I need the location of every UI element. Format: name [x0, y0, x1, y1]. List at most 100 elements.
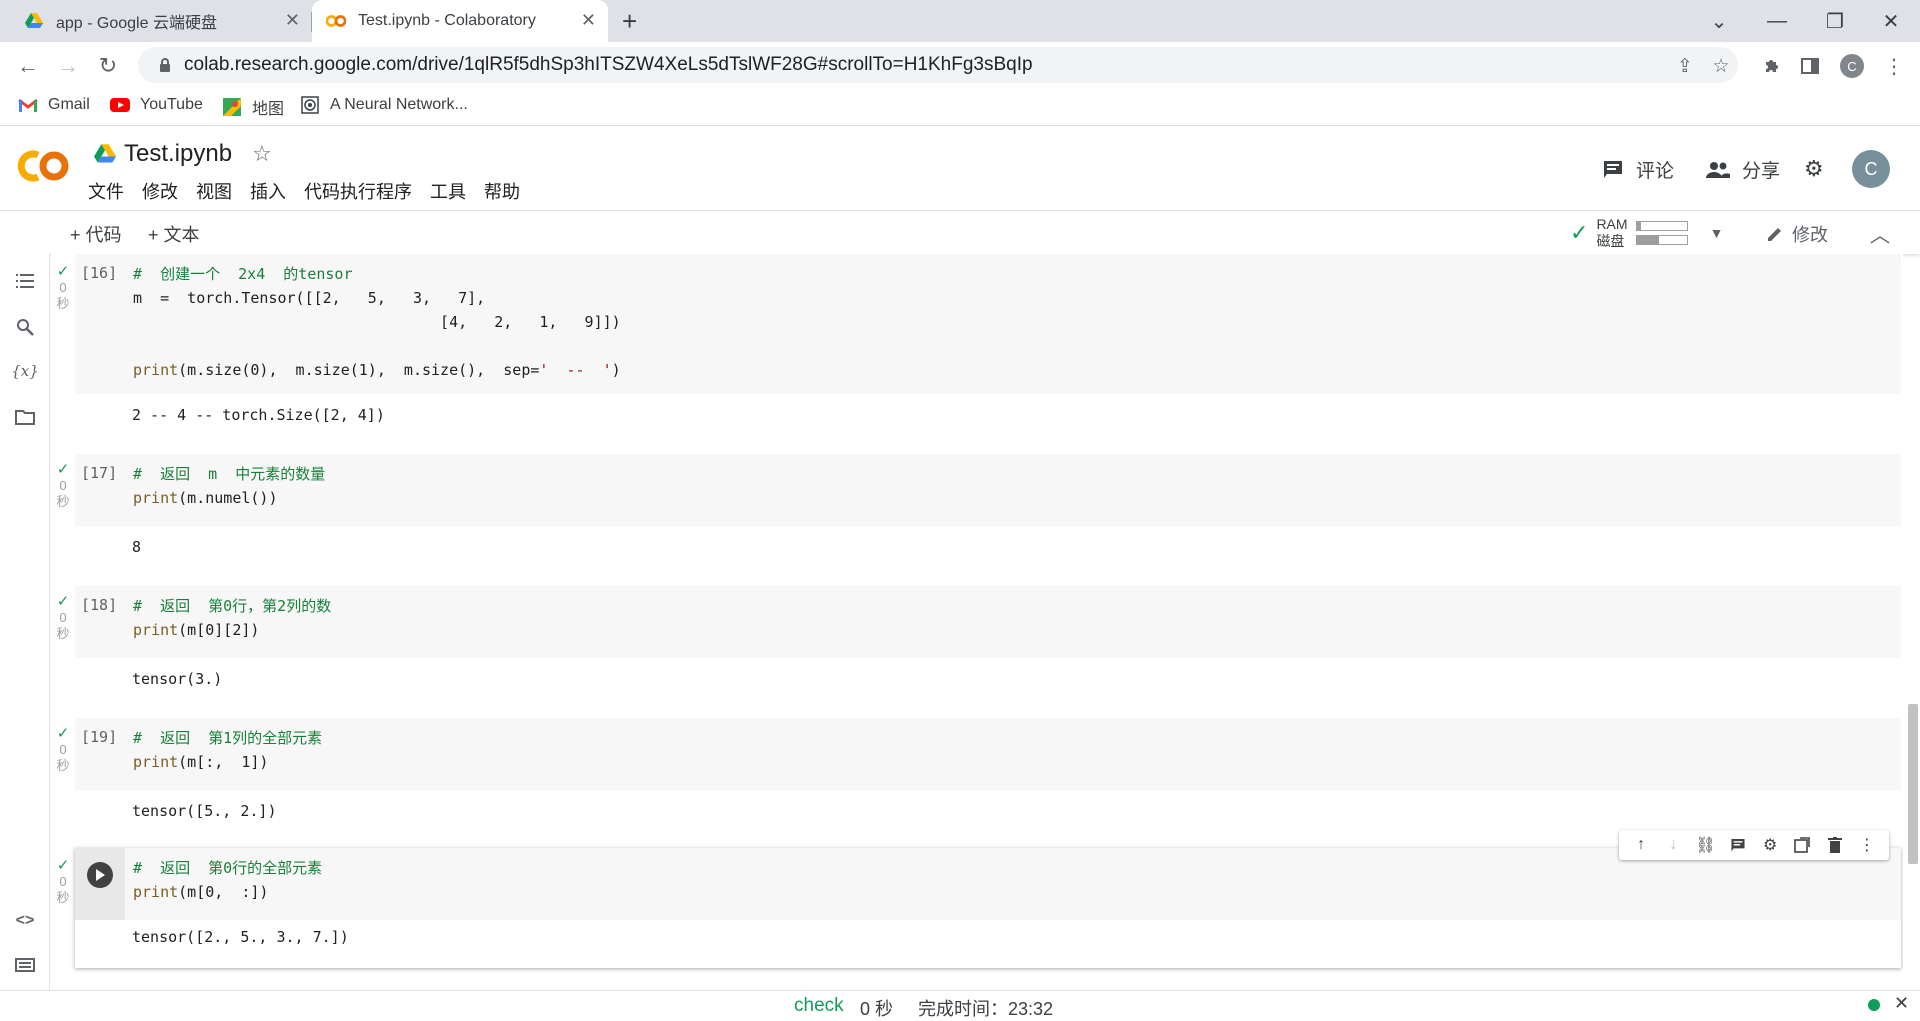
star-icon[interactable]: ☆ — [252, 141, 272, 167]
back-arrow-icon[interactable]: ← — [14, 52, 42, 80]
browser-tab-drive[interactable]: app - Google 云端硬盘 ✕ — [10, 0, 312, 42]
executed-check-icon: ✓ — [56, 857, 70, 874]
url-text: colab.research.google.com/drive/1qlR5f5d… — [184, 54, 1033, 75]
folder-icon[interactable] — [12, 404, 38, 430]
add-text-button[interactable]: + 文本 — [148, 221, 200, 247]
notebook-title-text[interactable]: Test.ipynb — [124, 140, 232, 168]
code-editor[interactable]: [19] # 返回 第1列的全部元素 print(m[:, 1]) — [75, 718, 1901, 790]
command-palette-icon[interactable] — [12, 952, 38, 978]
tab-search-chevron-icon[interactable]: ⌄ — [1690, 0, 1748, 42]
gmail-icon — [18, 95, 38, 115]
resource-indicator[interactable]: ✓ RAM 磁盘 ▼ — [1570, 216, 1723, 250]
menu-help[interactable]: 帮助 — [484, 178, 520, 204]
executed-check-icon: ✓ — [56, 461, 70, 478]
bookmark-maps[interactable]: 地图 — [222, 95, 284, 119]
close-window-icon[interactable]: ✕ — [1862, 0, 1920, 42]
exec-unit: 秒 — [56, 758, 70, 773]
restore-icon[interactable]: ❐ — [1806, 0, 1864, 42]
share-page-icon[interactable]: ⇪ — [1672, 53, 1698, 79]
code-text[interactable]: # 返回 第0行，第2列的数 print(m[0][2]) — [133, 594, 331, 642]
address-bar[interactable]: colab.research.google.com/drive/1qlR5f5d… — [138, 47, 1738, 83]
menu-insert[interactable]: 插入 — [250, 178, 286, 204]
browser-tab-colab[interactable]: Test.ipynb - Colaboratory ✕ — [312, 0, 608, 42]
cell-status: ✓ 0 秒 — [53, 264, 73, 312]
code-text[interactable]: # 返回 m 中元素的数量 print(m.numel()) — [133, 462, 325, 510]
menu-view[interactable]: 视图 — [196, 178, 232, 204]
code-editor[interactable]: [18] # 返回 第0行，第2列的数 print(m[0][2]) — [75, 586, 1901, 658]
close-status-icon[interactable]: ✕ — [1894, 993, 1909, 1014]
bookmarks-bar: Gmail YouTube 地图 A Neural Network... — [0, 88, 1920, 126]
status-bar: check 0 秒 完成时间：23:32 ✕ — [0, 990, 1920, 1020]
close-tab-icon[interactable]: ✕ — [581, 10, 596, 31]
account-avatar[interactable]: C — [1852, 150, 1890, 188]
exec-unit: 秒 — [56, 494, 70, 509]
notebook-title[interactable]: Test.ipynb ☆ — [94, 140, 272, 168]
edit-button[interactable]: 修改 — [1766, 221, 1828, 247]
code-cell: ✓ 0 秒 [17] # 返回 m 中元素的数量 print(m.numel()… — [51, 454, 1901, 574]
minimize-icon[interactable]: — — [1748, 0, 1806, 42]
code-text[interactable]: # 返回 第1列的全部元素 print(m[:, 1]) — [133, 726, 322, 774]
code-editor[interactable]: [16] # 创建一个 2x4 的tensor m = torch.Tensor… — [75, 254, 1901, 394]
code-text[interactable]: # 创建一个 2x4 的tensor m = torch.Tensor([[2,… — [133, 262, 621, 382]
table-of-contents-icon[interactable] — [12, 268, 38, 294]
bookmark-youtube[interactable]: YouTube — [110, 95, 203, 115]
code-snippets-icon[interactable]: <> — [12, 908, 38, 934]
tab-title: app - Google 云端硬盘 — [56, 15, 217, 32]
more-options-icon[interactable]: ⋮ — [1856, 835, 1878, 855]
search-icon[interactable] — [12, 314, 38, 340]
collapse-header-chevron-icon[interactable]: ︿ — [1870, 219, 1890, 248]
menu-edit[interactable]: 修改 — [142, 178, 178, 204]
code-editor[interactable]: [17] # 返回 m 中元素的数量 print(m.numel()) — [75, 454, 1901, 526]
bookmark-neural-network[interactable]: A Neural Network... — [300, 95, 468, 115]
side-panel-icon[interactable] — [1796, 52, 1824, 80]
new-tab-plus-icon[interactable]: + — [622, 6, 637, 37]
share-button[interactable]: 分享 — [1706, 156, 1780, 183]
exec-time: 0 — [59, 280, 67, 295]
code-line: (m.size(0), m.size(1), m.size(), sep= — [178, 361, 540, 379]
code-text[interactable]: # 返回 第0行的全部元素 print(m[0, :]) — [133, 856, 322, 904]
colab-logo-icon[interactable] — [16, 146, 72, 186]
disk-label: 磁盘 — [1596, 233, 1625, 249]
lock-icon[interactable] — [150, 57, 180, 73]
menu-bar: 文件 修改 视图 插入 代码执行程序 工具 帮助 — [88, 178, 538, 204]
left-sidebar: {x} <> — [0, 254, 50, 990]
run-cell-button[interactable] — [87, 862, 113, 888]
status-check[interactable]: check — [794, 995, 844, 1017]
add-comment-icon[interactable] — [1727, 838, 1749, 853]
cell-settings-gear-icon[interactable]: ⚙ — [1759, 835, 1781, 855]
share-label: 分享 — [1742, 161, 1781, 182]
extensions-puzzle-icon[interactable] — [1758, 52, 1786, 80]
exec-time: 0 — [59, 478, 67, 493]
settings-gear-icon[interactable]: ⚙ — [1804, 156, 1824, 182]
bookmark-star-icon[interactable]: ☆ — [1708, 53, 1734, 79]
move-cell-down-icon[interactable]: ↓ — [1662, 836, 1684, 854]
forward-arrow-icon[interactable]: → — [54, 52, 82, 80]
dropdown-arrow-icon[interactable]: ▼ — [1710, 225, 1724, 241]
add-code-button[interactable]: + 代码 — [70, 221, 122, 247]
cell-toolbar: ↑ ↓ ⛓ ⚙ ⋮ — [1619, 830, 1889, 860]
notebook-scrollbar[interactable] — [1908, 704, 1918, 864]
cell-status: ✓ 0 秒 — [53, 726, 73, 774]
bookmark-gmail[interactable]: Gmail — [18, 95, 90, 115]
variables-icon[interactable]: {x} — [11, 358, 39, 384]
close-tab-icon[interactable]: ✕ — [285, 10, 300, 31]
cell-status: ✓ 0 秒 — [53, 858, 73, 906]
reload-icon[interactable]: ↻ — [94, 52, 122, 80]
menu-file[interactable]: 文件 — [88, 178, 124, 204]
code-line: ) — [611, 361, 621, 379]
status-duration: 0 秒 — [860, 999, 894, 1019]
comment-button[interactable]: 评论 — [1602, 156, 1674, 183]
link-icon[interactable]: ⛓ — [1695, 835, 1717, 855]
browser-menu-icon[interactable]: ⋮ — [1880, 52, 1908, 80]
menu-tools[interactable]: 工具 — [430, 178, 466, 204]
code-line: m = torch.Tensor([[2, 5, 3, 7], — [133, 289, 486, 307]
move-cell-up-icon[interactable]: ↑ — [1630, 836, 1652, 854]
exec-time: 0 — [59, 610, 67, 625]
delete-cell-trash-icon[interactable] — [1824, 837, 1846, 853]
run-gutter — [75, 848, 125, 920]
youtube-icon — [110, 95, 130, 115]
mirror-cell-icon[interactable] — [1791, 837, 1813, 853]
profile-button[interactable]: C — [1838, 52, 1866, 80]
edit-label: 修改 — [1792, 225, 1828, 245]
menu-runtime[interactable]: 代码执行程序 — [304, 178, 412, 204]
